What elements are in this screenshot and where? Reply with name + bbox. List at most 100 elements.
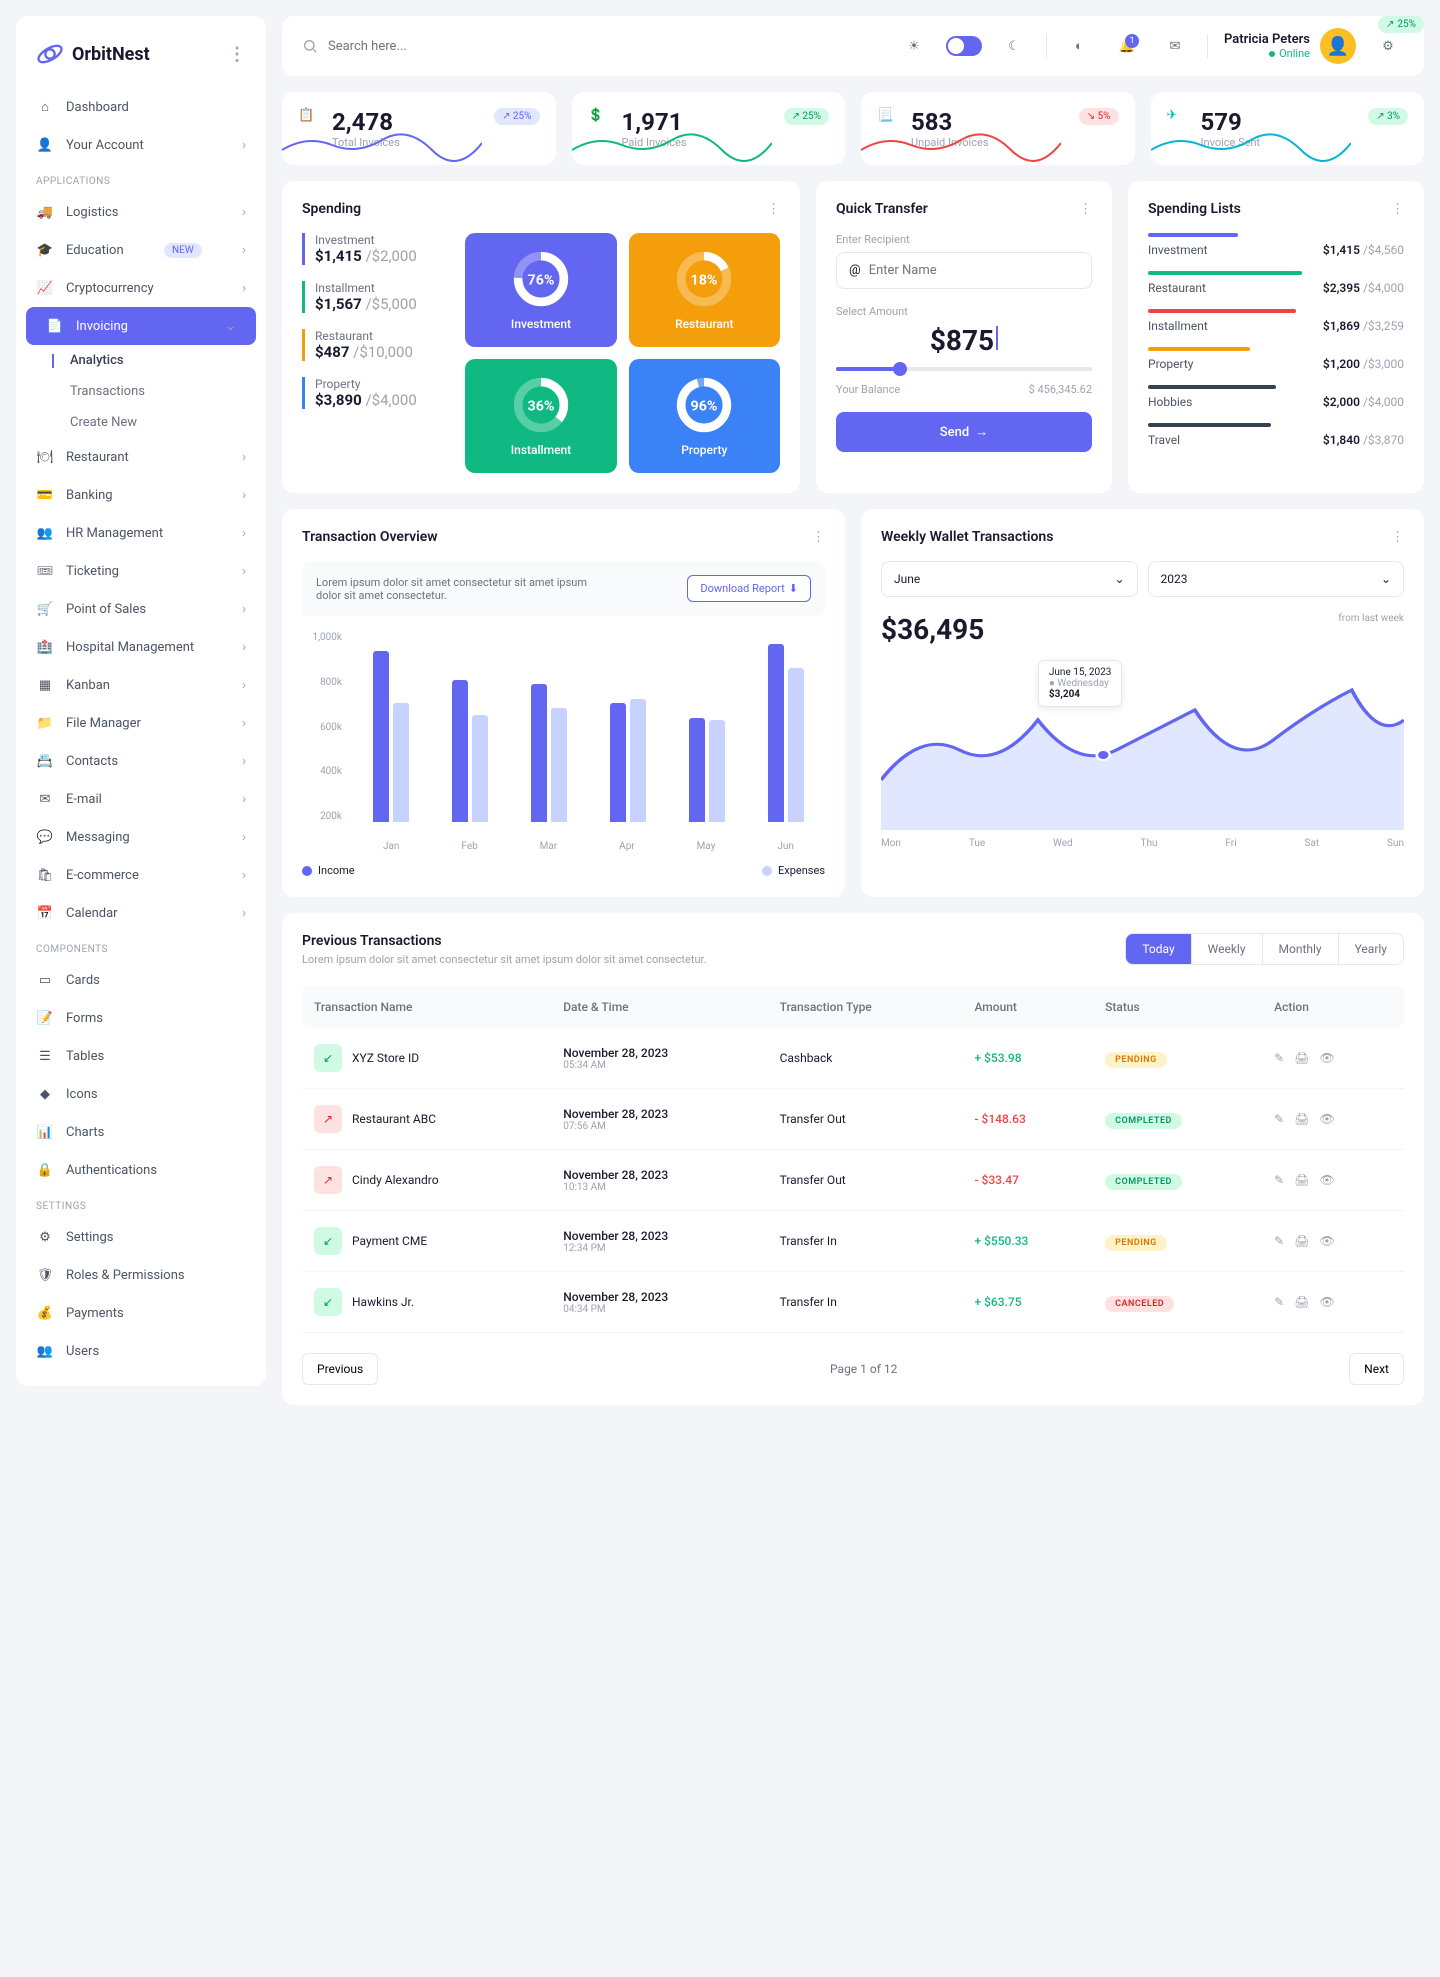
- bar-group: [452, 680, 488, 823]
- print-icon[interactable]: 🖨: [1294, 1234, 1309, 1248]
- sidebar-item-point-of-sales[interactable]: 🛒 Point of Sales ›: [16, 590, 266, 628]
- edit-icon[interactable]: ✎: [1274, 1173, 1284, 1187]
- print-icon[interactable]: 🖨: [1294, 1051, 1309, 1065]
- sub-item-create-new[interactable]: Create New: [60, 407, 266, 438]
- chevron-right-icon: ›: [242, 488, 246, 503]
- nav-label: Logistics: [66, 205, 119, 220]
- sidebar-item-e-mail[interactable]: ✉ E-mail ›: [16, 780, 266, 818]
- sidebar-item-forms[interactable]: 📝 Forms: [16, 999, 266, 1037]
- tab-yearly[interactable]: Yearly: [1338, 934, 1403, 964]
- bar-chart: 1,000k800k600k400k200k JanFebMarAprMayJu…: [302, 632, 825, 852]
- globe-icon[interactable]: ◐: [1063, 30, 1095, 62]
- sidebar-item-dashboard[interactable]: ⌂ Dashboard: [16, 88, 266, 126]
- gear-icon[interactable]: ⚙: [1372, 30, 1404, 62]
- sub-item-analytics[interactable]: Analytics: [60, 345, 266, 376]
- sidebar-item-invoicing[interactable]: 📄 Invoicing ⌄: [26, 307, 256, 345]
- view-icon[interactable]: 👁: [1319, 1295, 1334, 1309]
- sidebar-item-settings[interactable]: ⚙ Settings: [16, 1218, 266, 1256]
- sidebar-item-messaging[interactable]: 💬 Messaging ›: [16, 818, 266, 856]
- tab-today[interactable]: Today: [1126, 934, 1190, 964]
- section-apps-label: APPLICATIONS: [16, 164, 266, 193]
- month-select[interactable]: June⌄: [881, 561, 1138, 597]
- sidebar-item-hospital-management[interactable]: 🏥 Hospital Management ›: [16, 628, 266, 666]
- card-menu-icon[interactable]: ⋮: [1391, 202, 1404, 217]
- edit-icon[interactable]: ✎: [1274, 1112, 1284, 1126]
- qt-recipient-label: Enter Recipient: [836, 233, 1092, 246]
- nav-label: Forms: [66, 1011, 103, 1026]
- mail-icon[interactable]: ✉: [1159, 30, 1191, 62]
- sidebar-item-charts[interactable]: 📊 Charts: [16, 1113, 266, 1151]
- view-icon[interactable]: 👁: [1319, 1173, 1334, 1187]
- edit-icon[interactable]: ✎: [1274, 1234, 1284, 1248]
- next-button[interactable]: Next: [1349, 1353, 1404, 1385]
- search-input[interactable]: [328, 39, 882, 54]
- view-icon[interactable]: 👁: [1319, 1112, 1334, 1126]
- card-menu-icon[interactable]: ⋮: [1079, 202, 1092, 217]
- sidebar-item-tables[interactable]: ☰ Tables: [16, 1037, 266, 1075]
- qt-slider[interactable]: [836, 367, 1092, 371]
- sidebar-item-calendar[interactable]: 📅 Calendar ›: [16, 894, 266, 932]
- sidebar-item-hr-management[interactable]: 👥 HR Management ›: [16, 514, 266, 552]
- tab-weekly[interactable]: Weekly: [1191, 934, 1262, 964]
- tab-monthly[interactable]: Monthly: [1262, 934, 1338, 964]
- nav-label: Kanban: [66, 678, 110, 693]
- sidebar-item-e-commerce[interactable]: 🛍 E-commerce ›: [16, 856, 266, 894]
- qt-recipient-input[interactable]: @: [836, 252, 1092, 289]
- view-icon[interactable]: 👁: [1319, 1234, 1334, 1248]
- theme-toggle[interactable]: [946, 36, 982, 56]
- send-button[interactable]: Send →: [836, 412, 1092, 452]
- nav-icon: 🛡: [36, 1266, 54, 1284]
- nav-icon: 📄: [46, 317, 64, 335]
- sidebar-item-icons[interactable]: ◆ Icons: [16, 1075, 266, 1113]
- nav-icon: ⚙: [36, 1228, 54, 1246]
- tx-type: Transfer Out: [768, 1089, 963, 1150]
- sidebar-item-banking[interactable]: 💳 Banking ›: [16, 476, 266, 514]
- tx-name: Restaurant ABC: [352, 1112, 436, 1126]
- sidebar-item-users[interactable]: 👥 Users: [16, 1332, 266, 1370]
- brand-logo[interactable]: OrbitNest ⋮: [16, 32, 266, 88]
- stat-card-0: 📋 2,478 Total Invoices ↗ 25%: [282, 92, 556, 165]
- sidebar-item-cards[interactable]: ▭ Cards: [16, 961, 266, 999]
- edit-icon[interactable]: ✎: [1274, 1295, 1284, 1309]
- menu-dots-icon[interactable]: ⋮: [228, 44, 246, 65]
- sidebar-item-roles-&-permissions[interactable]: 🛡 Roles & Permissions: [16, 1256, 266, 1294]
- nav-label: Point of Sales: [66, 602, 146, 617]
- bell-icon[interactable]: 🔔1: [1111, 30, 1143, 62]
- card-menu-icon[interactable]: ⋮: [767, 202, 780, 217]
- nav-label: Messaging: [66, 830, 130, 845]
- nav-icon: 👥: [36, 524, 54, 542]
- transaction-overview-card: Transaction Overview ⋮ Lorem ipsum dolor…: [282, 509, 845, 897]
- sidebar-item-cryptocurrency[interactable]: 📈 Cryptocurrency ›: [16, 269, 266, 307]
- prev-button[interactable]: Previous: [302, 1353, 378, 1385]
- chevron-right-icon: ›: [242, 205, 246, 220]
- user-menu[interactable]: Patricia Peters Online 👤: [1224, 28, 1356, 64]
- card-menu-icon[interactable]: ⋮: [1391, 530, 1404, 545]
- qt-balance-label: Your Balance: [836, 383, 900, 396]
- sidebar-item-restaurant[interactable]: 🍽 Restaurant ›: [16, 438, 266, 476]
- sidebar-item-logistics[interactable]: 🚚 Logistics ›: [16, 193, 266, 231]
- sub-item-transactions[interactable]: Transactions: [60, 376, 266, 407]
- sidebar-item-ticketing[interactable]: 🎟 Ticketing ›: [16, 552, 266, 590]
- stat-badge: ↗ 3%: [1368, 108, 1408, 125]
- sidebar-item-file-manager[interactable]: 📁 File Manager ›: [16, 704, 266, 742]
- view-icon[interactable]: 👁: [1319, 1051, 1334, 1065]
- edit-icon[interactable]: ✎: [1274, 1051, 1284, 1065]
- pt-tabs: TodayWeeklyMonthlyYearly: [1125, 933, 1404, 965]
- chevron-right-icon: ›: [242, 243, 246, 258]
- year-select[interactable]: 2023⌄: [1148, 561, 1405, 597]
- sidebar-item-contacts[interactable]: 📇 Contacts ›: [16, 742, 266, 780]
- search-bar[interactable]: [302, 38, 882, 54]
- print-icon[interactable]: 🖨: [1294, 1173, 1309, 1187]
- nav-label: Settings: [66, 1230, 113, 1245]
- chevron-right-icon: ›: [242, 640, 246, 655]
- tx-amount: + $53.98: [962, 1028, 1093, 1089]
- sidebar-item-education[interactable]: 🎓 Education NEW ›: [16, 231, 266, 269]
- print-icon[interactable]: 🖨: [1294, 1295, 1309, 1309]
- download-report-button[interactable]: Download Report ⬇: [687, 575, 811, 602]
- card-menu-icon[interactable]: ⋮: [812, 530, 825, 545]
- sidebar-item-authentications[interactable]: 🔒 Authentications: [16, 1151, 266, 1189]
- sidebar-item-kanban[interactable]: ▦ Kanban ›: [16, 666, 266, 704]
- print-icon[interactable]: 🖨: [1294, 1112, 1309, 1126]
- sidebar-item-your-account[interactable]: 👤 Your Account ›: [16, 126, 266, 164]
- sidebar-item-payments[interactable]: 💰 Payments: [16, 1294, 266, 1332]
